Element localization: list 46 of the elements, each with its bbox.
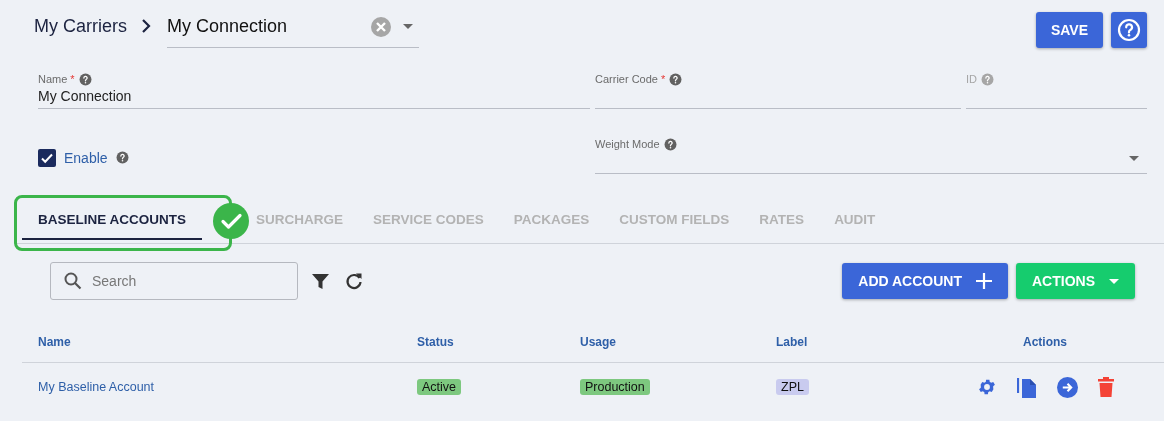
column-header: Label xyxy=(776,335,808,349)
help-icon[interactable] xyxy=(669,72,683,86)
column-header: Status xyxy=(417,335,454,349)
help-icon[interactable] xyxy=(78,72,92,86)
help-button[interactable] xyxy=(1111,12,1147,48)
help-icon xyxy=(1117,18,1141,42)
field-label: Weight Mode xyxy=(595,138,660,150)
help-icon[interactable] xyxy=(115,151,129,164)
tab[interactable]: BASELINE ACCOUNTS xyxy=(22,195,202,243)
breadcrumb-link[interactable]: My Carriers xyxy=(34,15,127,37)
weight-mode-select[interactable]: Weight Mode xyxy=(595,137,1147,174)
settings-icon[interactable] xyxy=(976,377,997,397)
text-field[interactable]: Carrier Code * xyxy=(595,72,961,109)
plus-icon xyxy=(976,273,992,289)
delete-icon[interactable] xyxy=(1097,377,1114,397)
usage-tag: Production xyxy=(580,379,650,395)
check-badge-icon xyxy=(213,203,249,239)
text-field[interactable]: Name * My Connection xyxy=(38,72,590,109)
field-label: Carrier Code xyxy=(595,73,658,85)
field-label: ID xyxy=(966,73,977,85)
connection-select[interactable]: My Connection xyxy=(167,4,419,48)
label-tag: ZPL xyxy=(776,379,809,395)
caret-down-icon xyxy=(1109,278,1119,284)
add-account-button[interactable]: ADD ACCOUNT xyxy=(842,263,1008,299)
filter-icon[interactable] xyxy=(312,272,329,290)
caret-down-icon[interactable] xyxy=(403,24,413,29)
field-value: My Connection xyxy=(38,88,133,104)
refresh-icon[interactable] xyxy=(345,272,363,290)
column-header: Name xyxy=(38,335,71,349)
required-mark: * xyxy=(660,73,666,85)
column-header: Usage xyxy=(580,335,617,349)
arrow-circle-icon[interactable] xyxy=(1056,376,1078,398)
search-field[interactable]: Search xyxy=(50,262,298,300)
copy-icon[interactable] xyxy=(1016,376,1037,398)
enable-checkbox[interactable] xyxy=(38,148,56,167)
search-icon xyxy=(64,272,82,290)
help-icon[interactable] xyxy=(663,137,677,151)
caret-down-icon xyxy=(1129,156,1139,161)
chevron-right-icon xyxy=(141,18,151,34)
save-button[interactable]: SAVE xyxy=(1036,12,1103,48)
checkbox-label[interactable]: Enable xyxy=(64,149,108,166)
field-label: Name xyxy=(38,73,68,85)
account-link[interactable]: My Baseline Account xyxy=(38,380,155,394)
required-mark: * xyxy=(70,73,75,85)
column-header: Actions xyxy=(1023,335,1067,349)
status-tag: Active xyxy=(417,379,462,395)
